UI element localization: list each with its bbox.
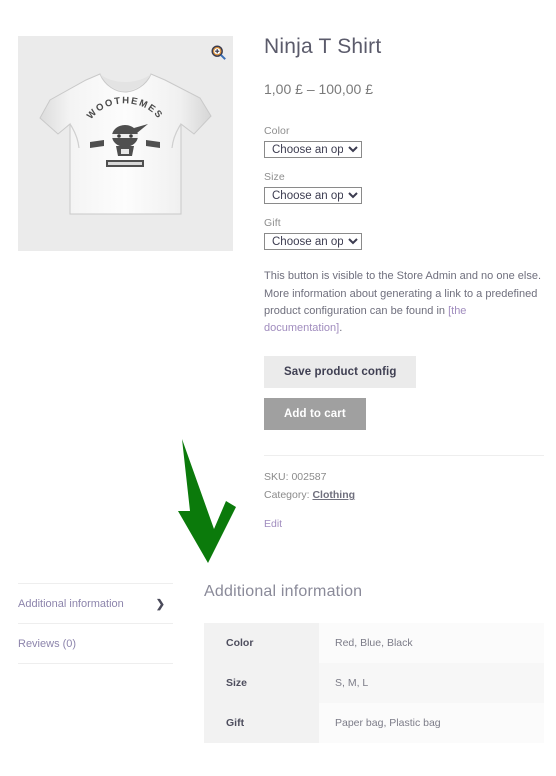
variation-label-size: Size: [264, 171, 285, 184]
admin-note-text-before: This button is visible to the Store Admi…: [264, 270, 541, 317]
tab-label: Reviews (0): [18, 638, 77, 650]
attribute-label: Color: [204, 623, 319, 663]
variation-label-color: Color: [264, 125, 290, 138]
tab-label: Additional information: [18, 598, 124, 610]
attribute-value: Paper bag, Plastic bag: [319, 703, 544, 743]
admin-note-text-after: .: [339, 322, 343, 335]
attribute-label: Gift: [204, 703, 319, 743]
variation-row-gift: Gift Choose an option: [264, 217, 544, 251]
product-price: 1,00 £ – 100,00 £: [264, 81, 373, 98]
additional-information-heading: Additional information: [204, 583, 363, 600]
variation-label-gift: Gift: [264, 217, 281, 230]
category-row: Category: Clothing: [264, 486, 544, 504]
page-title: Ninja T Shirt: [264, 35, 382, 58]
additional-information-panel: Additional information Color Red, Blue, …: [204, 583, 544, 743]
meta-divider: [264, 454, 544, 456]
attribute-value: Red, Blue, Black: [319, 623, 544, 663]
sku-label: SKU:: [264, 470, 289, 483]
variation-row-size: Size Choose an option: [264, 171, 544, 205]
product-meta: SKU: 002587 Category: Clothing Edit: [264, 468, 544, 534]
variation-row-color: Color Choose an option: [264, 125, 544, 159]
product-page: WOOTHEMES Ninja T Shirt 1,00 £ – 100,00 …: [0, 0, 556, 776]
product-summary: Ninja T Shirt 1,00 £ – 100,00 £ Color Ch…: [264, 34, 544, 534]
product-image[interactable]: WOOTHEMES: [18, 36, 233, 251]
product-gallery[interactable]: WOOTHEMES: [18, 36, 233, 251]
chevron-right-icon: ❯: [155, 598, 165, 610]
add-to-cart-button[interactable]: Add to cart: [264, 397, 366, 430]
table-row: Color Red, Blue, Black: [204, 623, 544, 663]
sku-value: 002587: [291, 470, 327, 483]
attribute-value: S, M, L: [319, 663, 544, 703]
edit-link[interactable]: Edit: [264, 515, 544, 533]
sku-row: SKU: 002587: [264, 468, 544, 486]
variation-form: Color Choose an option Size Choose an op…: [264, 125, 544, 251]
admin-note: This button is visible to the Store Admi…: [264, 268, 542, 338]
table-row: Gift Paper bag, Plastic bag: [204, 703, 544, 743]
variation-select-gift[interactable]: Choose an option: [264, 233, 362, 251]
table-row: Size S, M, L: [204, 663, 544, 703]
category-label: Category:: [264, 489, 310, 502]
variation-select-color[interactable]: Choose an option: [264, 141, 362, 159]
tab-reviews[interactable]: Reviews (0): [18, 623, 173, 664]
attribute-label: Size: [204, 663, 319, 703]
variation-select-size[interactable]: Choose an option: [264, 187, 362, 205]
save-product-config-button[interactable]: Save product config: [264, 355, 417, 388]
annotation-arrow: [168, 437, 248, 565]
tshirt-illustration: WOOTHEMES: [39, 72, 212, 214]
magnifier-plus-icon[interactable]: [210, 44, 227, 61]
product-tabs: Additional information ❯ Reviews (0): [18, 583, 173, 664]
tab-additional-information[interactable]: Additional information ❯: [18, 583, 173, 623]
category-link[interactable]: Clothing: [312, 489, 355, 501]
attributes-table: Color Red, Blue, Black Size S, M, L Gift…: [204, 623, 544, 743]
